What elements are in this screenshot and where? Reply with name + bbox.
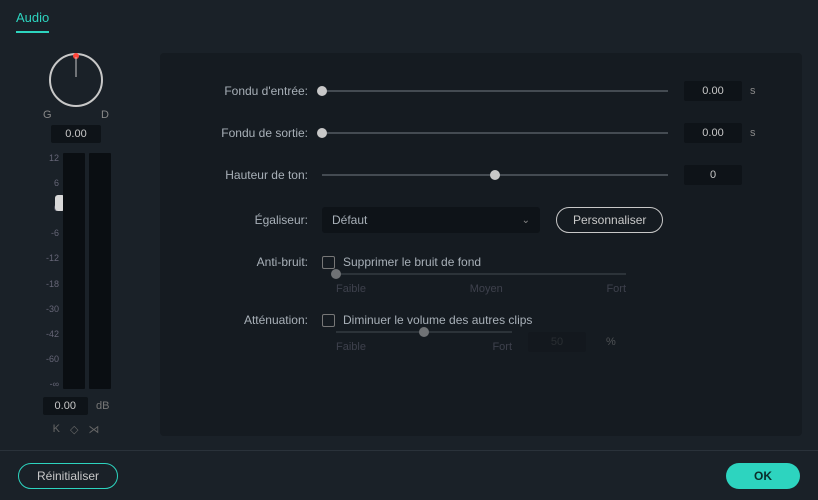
chevron-down-icon: ⌄ (522, 215, 530, 226)
denoise-checkbox-label: Supprimer le bruit de fond (343, 255, 481, 269)
pitch-label: Hauteur de ton: (192, 168, 322, 182)
tab-audio[interactable]: Audio (16, 10, 49, 33)
tab-bar: Audio (0, 0, 818, 33)
denoise-checkbox[interactable] (322, 256, 335, 269)
denoise-range-low: Faible (336, 283, 366, 295)
ducking-value[interactable]: 50 (528, 332, 586, 352)
volume-value: 0.00 (43, 397, 88, 415)
fade-out-unit: s (750, 127, 770, 139)
volume-meters[interactable] (63, 153, 111, 389)
equalizer-selected: Défaut (332, 213, 367, 227)
pan-left-label: G (43, 109, 52, 121)
fade-out-value[interactable]: 0.00 (684, 123, 742, 143)
equalizer-label: Égaliseur: (192, 213, 322, 227)
properties-panel: Fondu d'entrée: 0.00 s Fondu de sortie: … (160, 53, 802, 436)
add-keyframe-icon[interactable]: ◇ (70, 423, 78, 436)
left-panel: G D 0.00 12 6 0 -6 -12 -18 -30 -42 -60 -… (16, 53, 136, 436)
ducking-unit: % (606, 336, 626, 348)
fade-out-label: Fondu de sortie: (192, 126, 322, 140)
next-keyframe-icon[interactable]: ⋊ (88, 423, 99, 436)
ducking-checkbox[interactable] (322, 314, 335, 327)
ducking-checkbox-label: Diminuer le volume des autres clips (343, 313, 532, 327)
ducking-slider[interactable] (336, 331, 512, 333)
fade-in-value[interactable]: 0.00 (684, 81, 742, 101)
pitch-slider[interactable] (322, 174, 668, 176)
pan-knob[interactable] (49, 53, 103, 107)
customize-equalizer-button[interactable]: Personnaliser (556, 207, 663, 233)
denoise-range-high: Fort (606, 283, 626, 295)
fade-out-slider[interactable] (322, 132, 668, 134)
denoise-slider[interactable] (336, 273, 626, 275)
denoise-label: Anti-bruit: (192, 255, 322, 269)
equalizer-select[interactable]: Défaut ⌄ (322, 207, 540, 233)
ok-button[interactable]: OK (726, 463, 800, 489)
prev-keyframe-icon[interactable]: K (53, 423, 60, 436)
meter-left (63, 153, 85, 389)
volume-unit: dB (96, 400, 109, 412)
meter-right (89, 153, 111, 389)
reset-button[interactable]: Réinitialiser (18, 463, 118, 489)
pan-right-label: D (101, 109, 109, 121)
ducking-range-high: Fort (492, 341, 512, 353)
meter-ticks: 12 6 0 -6 -12 -18 -30 -42 -60 -∞ (41, 153, 59, 389)
transport-controls: K ◇ ⋊ (53, 423, 100, 436)
denoise-range-mid: Moyen (470, 283, 503, 295)
ducking-range-low: Faible (336, 341, 366, 353)
fade-in-label: Fondu d'entrée: (192, 84, 322, 98)
pan-value: 0.00 (51, 125, 100, 143)
fade-in-slider[interactable] (322, 90, 668, 92)
footer: Réinitialiser OK (0, 450, 818, 500)
ducking-label: Atténuation: (192, 313, 322, 327)
fade-in-unit: s (750, 85, 770, 97)
pitch-value[interactable]: 0 (684, 165, 742, 185)
